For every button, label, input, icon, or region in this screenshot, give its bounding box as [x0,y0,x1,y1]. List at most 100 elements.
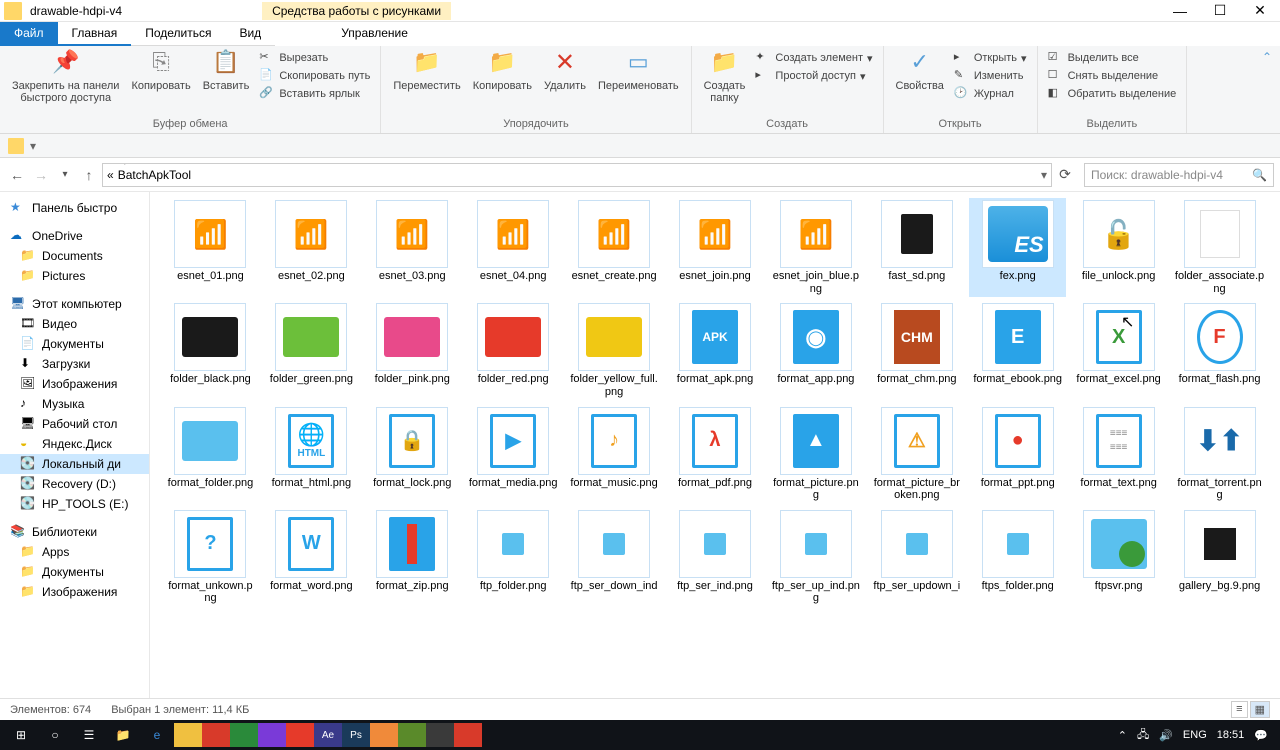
sidebar-yandex[interactable]: ◒Яндекс.Диск [0,434,149,454]
copy-button[interactable]: ⎘Копировать [125,48,196,94]
file-item[interactable]: ?format_unkown.png [162,508,259,607]
file-item[interactable]: 📶esnet_create.png [566,198,663,297]
up-button[interactable]: ↑ [78,164,100,186]
maximize-button[interactable]: ☐ [1200,0,1240,22]
edit-button[interactable]: ✎Изменить [954,68,1027,84]
taskbar-app11[interactable] [454,723,482,747]
invert-selection-button[interactable]: ◧Обратить выделение [1048,86,1177,102]
file-item[interactable]: ≡≡≡≡≡≡format_text.png [1070,405,1167,504]
file-item[interactable]: folder_green.png [263,301,360,400]
taskbar-app2[interactable] [202,723,230,747]
taskbar-edge[interactable]: e [140,720,174,750]
file-item[interactable]: format_folder.png [162,405,259,504]
open-button[interactable]: ▸Открыть ▾ [954,50,1027,66]
taskbar-app7[interactable]: Ps [342,723,370,747]
task-view-button[interactable]: ☰ [72,720,106,750]
sidebar-local-disk[interactable]: 💽Локальный ди [0,454,149,474]
paste-button[interactable]: 📋Вставить [197,48,256,94]
file-item[interactable]: folder_yellow_full.png [566,301,663,400]
view-icons-button[interactable]: ▦ [1250,701,1270,718]
sidebar-libraries[interactable]: 📚Библиотеки [0,522,149,542]
easy-access-button[interactable]: ▸Простой доступ ▾ [755,68,872,84]
tray-network-icon[interactable]: 🖧 [1137,726,1149,745]
paste-shortcut-button[interactable]: 🔗Вставить ярлык [259,86,370,102]
tab-home[interactable]: Главная [58,22,132,46]
sidebar-docs2[interactable]: 📁Документы [0,562,149,582]
sidebar-docs[interactable]: 📄Документы [0,334,149,354]
sidebar-images[interactable]: 🖼Изображения [0,374,149,394]
file-item[interactable]: 📶esnet_01.png [162,198,259,297]
file-item[interactable]: Eformat_ebook.png [969,301,1066,400]
file-item[interactable]: format_zip.png [364,508,461,607]
taskbar-app10[interactable] [426,723,454,747]
file-item[interactable]: ♪format_music.png [566,405,663,504]
sidebar-onedrive[interactable]: ☁OneDrive [0,226,149,246]
properties-button[interactable]: ✓Свойства [890,48,950,94]
sidebar-music[interactable]: ♪Музыка [0,394,149,414]
sidebar-downloads[interactable]: ⬇Загрузки [0,354,149,374]
file-item[interactable]: 📶esnet_04.png [465,198,562,297]
taskbar-app4[interactable] [258,723,286,747]
sidebar-recovery[interactable]: 💽Recovery (D:) [0,474,149,494]
new-item-button[interactable]: ✦Создать элемент ▾ [755,50,872,66]
file-item[interactable]: 🔒format_lock.png [364,405,461,504]
file-item[interactable]: folder_black.png [162,301,259,400]
file-item[interactable]: ⬇⬆format_torrent.png [1171,405,1268,504]
start-button[interactable]: ⊞ [4,720,38,750]
file-item[interactable]: ▲format_picture.png [767,405,864,504]
sidebar-documents[interactable]: 📁Documents [0,246,149,266]
file-item[interactable]: ftps_folder.png [969,508,1066,607]
file-item[interactable]: ●format_ppt.png [969,405,1066,504]
file-item[interactable]: folder_associate.png [1171,198,1268,297]
tab-file[interactable]: Файл [0,22,58,46]
back-button[interactable]: ← [6,164,28,186]
recent-dropdown[interactable]: ▾ [54,164,76,186]
taskbar-app6[interactable]: Ae [314,723,342,747]
taskbar-app5[interactable] [286,723,314,747]
file-item[interactable]: ▶format_media.png [465,405,562,504]
file-item[interactable]: ftp_ser_down_ind [566,508,663,607]
sidebar-desktop[interactable]: 🖥Рабочий стол [0,414,149,434]
cut-button[interactable]: ✂Вырезать [259,50,370,66]
file-item[interactable]: ftp_ser_updown_i [868,508,965,607]
taskbar-app9[interactable] [398,723,426,747]
file-item[interactable]: folder_red.png [465,301,562,400]
file-item[interactable]: ftp_ser_up_ind.png [767,508,864,607]
taskbar-app3[interactable] [230,723,258,747]
rename-button[interactable]: ▭Переименовать [592,48,685,94]
sidebar-video[interactable]: 🎞Видео [0,314,149,334]
search-button[interactable]: ○ [38,720,72,750]
taskbar-app8[interactable] [370,723,398,747]
tray-clock[interactable]: 18:51 [1217,729,1245,741]
tab-manage[interactable]: Управление [321,22,428,46]
refresh-button[interactable]: ⟳ [1054,164,1076,186]
select-all-button[interactable]: ☑Выделить все [1048,50,1177,66]
copy-to-button[interactable]: 📁Копировать [467,48,538,94]
view-details-button[interactable]: ≡ [1231,701,1247,718]
sidebar-images2[interactable]: 📁Изображения [0,582,149,602]
sidebar-hptools[interactable]: 💽HP_TOOLS (E:) [0,494,149,514]
move-to-button[interactable]: 📁Переместить [387,48,466,94]
tray-lang[interactable]: ENG [1183,729,1207,741]
file-item[interactable]: APKformat_apk.png [667,301,764,400]
file-item[interactable]: ftpsvr.png [1070,508,1167,607]
file-item[interactable]: 🔓file_unlock.png [1070,198,1167,297]
file-item[interactable]: ESfex.png [969,198,1066,297]
file-item[interactable]: Wformat_word.png [263,508,360,607]
file-item[interactable]: fast_sd.png [868,198,965,297]
sidebar-quick-access[interactable]: ★Панель быстро [0,198,149,218]
file-item[interactable]: 📶esnet_03.png [364,198,461,297]
breadcrumb-segment[interactable]: BatchApkTool [118,168,255,182]
forward-button[interactable]: → [30,164,52,186]
file-item[interactable]: 📶esnet_join.png [667,198,764,297]
file-item[interactable]: CHMformat_chm.png [868,301,965,400]
tray-up-icon[interactable]: ⌃ [1118,729,1127,742]
delete-button[interactable]: ✕Удалить [538,48,592,94]
pin-quick-access-button[interactable]: 📌Закрепить на панели быстрого доступа [6,48,125,106]
file-item[interactable]: folder_pink.png [364,301,461,400]
select-none-button[interactable]: ☐Снять выделение [1048,68,1177,84]
sidebar-apps[interactable]: 📁Apps [0,542,149,562]
ribbon-collapse-button[interactable]: ⌃ [1254,46,1280,133]
file-item[interactable]: ftp_ser_ind.png [667,508,764,607]
minimize-button[interactable]: — [1160,0,1200,22]
